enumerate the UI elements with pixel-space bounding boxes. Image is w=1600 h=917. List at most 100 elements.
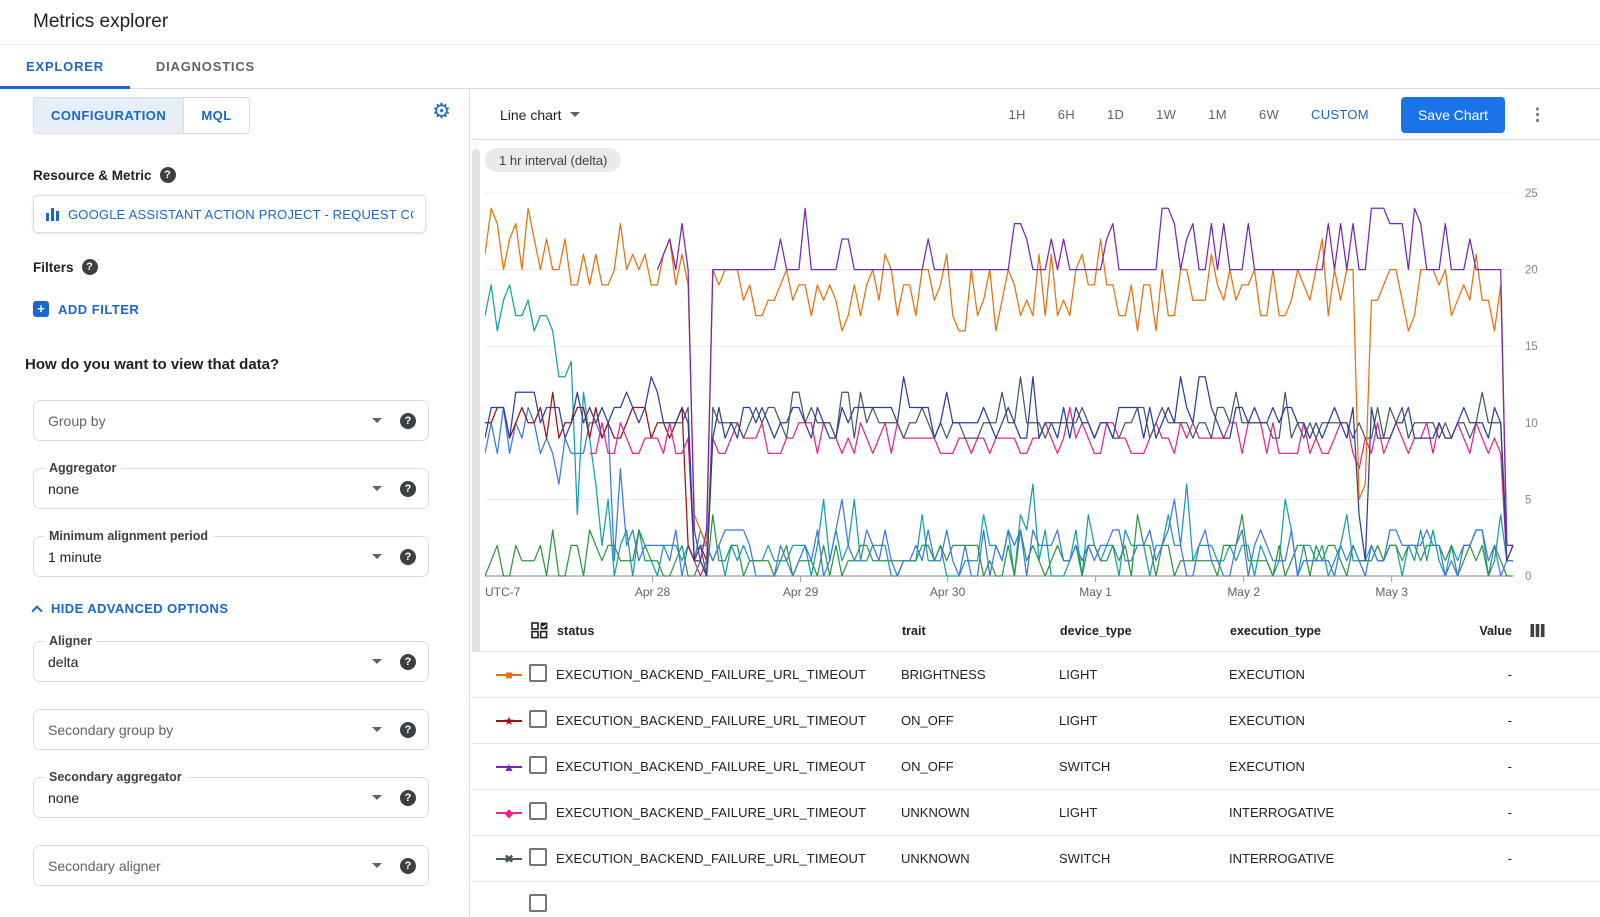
- help-icon[interactable]: ?: [400, 790, 416, 806]
- header-value: Value: [1450, 624, 1600, 638]
- row-device-type: LIGHT: [1059, 667, 1229, 682]
- row-trait: UNKNOWN: [901, 851, 1059, 866]
- range-button-1w[interactable]: 1W: [1156, 107, 1176, 122]
- more-options-icon[interactable]: ⋮: [1529, 105, 1546, 125]
- chevron-down-icon: [570, 112, 580, 117]
- series-marker: ▲: [496, 760, 522, 774]
- row-value: -: [1450, 805, 1600, 820]
- chart-toolbar: Line chart 1H 6H 1D 1W 1M 6W CUSTOM Save Char…: [471, 89, 1600, 140]
- timeseries-svg: 0510152025Apr 28Apr 29Apr 30May 1May 2Ma…: [485, 183, 1547, 605]
- range-button-1d[interactable]: 1D: [1107, 107, 1124, 122]
- group-by-select[interactable]: Group by ?: [33, 400, 429, 441]
- row-trait: ON_OFF: [901, 759, 1059, 774]
- help-icon[interactable]: ?: [400, 413, 416, 429]
- row-status: EXECUTION_BACKEND_FAILURE_URL_TIMEOUT: [556, 667, 901, 682]
- svg-text:10: 10: [1525, 418, 1538, 430]
- series-marker: [496, 898, 522, 912]
- secondary-group-by-select[interactable]: Secondary group by ?: [33, 709, 429, 750]
- legend-table: status trait device_type execution_type …: [471, 610, 1600, 917]
- mode-toggle: CONFIGURATION MQL: [33, 97, 250, 134]
- range-button-custom[interactable]: CUSTOM: [1311, 107, 1369, 122]
- chevron-down-icon: [372, 418, 382, 423]
- columns-icon[interactable]: [1530, 623, 1545, 641]
- range-button-1h[interactable]: 1H: [1009, 107, 1026, 122]
- chevron-down-icon: [372, 486, 382, 491]
- table-row: ■ EXECUTION_BACKEND_FAILURE_URL_TIMEOUT …: [471, 652, 1600, 698]
- help-icon[interactable]: ?: [400, 858, 416, 874]
- chevron-up-icon: [31, 605, 42, 616]
- row-trait: UNKNOWN: [901, 805, 1059, 820]
- row-device-type: SWITCH: [1059, 851, 1229, 866]
- tab-bar: EXPLORER DIAGNOSTICS: [0, 45, 1600, 89]
- svg-text:May 2: May 2: [1227, 585, 1260, 599]
- chart-type-select[interactable]: Line chart: [500, 89, 580, 140]
- series-line-purple: [657, 208, 1513, 560]
- toggle-mql[interactable]: MQL: [183, 98, 248, 133]
- series-marker: ◆: [496, 806, 522, 820]
- toggle-configuration[interactable]: CONFIGURATION: [34, 98, 183, 133]
- help-icon[interactable]: ?: [400, 481, 416, 497]
- row-checkbox[interactable]: [529, 756, 547, 774]
- svg-text:Apr 30: Apr 30: [930, 585, 966, 599]
- row-status: EXECUTION_BACKEND_FAILURE_URL_TIMEOUT: [556, 713, 901, 728]
- svg-text:May 3: May 3: [1375, 585, 1408, 599]
- row-execution-type: EXECUTION: [1229, 667, 1450, 682]
- secondary-aligner-select[interactable]: Secondary aligner ?: [33, 845, 429, 886]
- legend-table-rows: ■ EXECUTION_BACKEND_FAILURE_URL_TIMEOUT …: [471, 652, 1600, 917]
- help-icon[interactable]: ?: [82, 259, 98, 275]
- timeseries-chart[interactable]: 0510152025Apr 28Apr 29Apr 30May 1May 2Ma…: [485, 183, 1547, 605]
- page-title: Metrics explorer: [33, 11, 168, 33]
- row-value: -: [1450, 759, 1600, 774]
- chevron-down-icon: [372, 554, 382, 559]
- help-icon[interactable]: ?: [400, 722, 416, 738]
- aligner-select[interactable]: Aligner delta ?: [33, 641, 429, 682]
- row-checkbox[interactable]: [529, 894, 547, 912]
- chevron-down-icon: [372, 795, 382, 800]
- svg-text:0: 0: [1525, 571, 1531, 583]
- svg-text:5: 5: [1525, 494, 1531, 506]
- help-icon[interactable]: ?: [400, 549, 416, 565]
- chevron-down-icon: [372, 659, 382, 664]
- help-icon[interactable]: ?: [160, 167, 176, 183]
- interval-chip: 1 hr interval (delta): [485, 148, 621, 172]
- save-chart-button[interactable]: Save Chart: [1401, 97, 1505, 133]
- header-status: status: [557, 624, 902, 638]
- bar-chart-icon: [46, 208, 59, 221]
- header-device-type: device_type: [1060, 624, 1230, 638]
- svg-text:15: 15: [1525, 341, 1538, 353]
- tab-explorer[interactable]: EXPLORER: [0, 45, 130, 88]
- row-checkbox[interactable]: [529, 710, 547, 728]
- row-checkbox[interactable]: [529, 848, 547, 866]
- row-checkbox[interactable]: [529, 802, 547, 820]
- configuration-panel: CONFIGURATION MQL ⚙ Resource & Metric ? …: [0, 89, 470, 917]
- resource-metric-label: Resource & Metric ?: [33, 167, 176, 183]
- min-alignment-select[interactable]: Minimum alignment period 1 minute ?: [33, 536, 429, 577]
- hide-advanced-options-button[interactable]: HIDE ADVANCED OPTIONS: [33, 601, 228, 616]
- view-data-question: How do you want to view that data?: [25, 356, 279, 373]
- table-row: [471, 882, 1600, 917]
- range-button-6h[interactable]: 6H: [1058, 107, 1075, 122]
- series-line-orange: [485, 208, 1513, 545]
- range-button-6w[interactable]: 6W: [1259, 107, 1279, 122]
- row-value: -: [1450, 851, 1600, 866]
- filters-label: Filters ?: [33, 259, 98, 275]
- row-status: EXECUTION_BACKEND_FAILURE_URL_TIMEOUT: [556, 851, 901, 866]
- svg-text:UTC-7: UTC-7: [485, 585, 521, 599]
- metrics-explorer-app: Metrics explorer EXPLORER DIAGNOSTICS CO…: [0, 0, 1600, 917]
- series-marker: ★: [496, 714, 522, 728]
- metric-selector-chip[interactable]: GOOGLE ASSISTANT ACTION PROJECT - REQUES…: [33, 195, 426, 233]
- row-value: -: [1450, 667, 1600, 682]
- svg-text:25: 25: [1525, 188, 1538, 200]
- row-checkbox[interactable]: [529, 664, 547, 682]
- tab-diagnostics[interactable]: DIAGNOSTICS: [130, 45, 281, 88]
- range-button-1m[interactable]: 1M: [1208, 107, 1227, 122]
- select-all-icon[interactable]: [531, 622, 548, 639]
- settings-gear-icon[interactable]: ⚙: [432, 101, 451, 122]
- add-filter-button[interactable]: + ADD FILTER: [33, 301, 139, 317]
- add-box-icon: +: [33, 301, 49, 317]
- aggregator-select[interactable]: Aggregator none ?: [33, 468, 429, 509]
- help-icon[interactable]: ?: [400, 654, 416, 670]
- secondary-aggregator-select[interactable]: Secondary aggregator none ?: [33, 777, 429, 818]
- series-marker: ■: [496, 668, 522, 682]
- table-row: ★ EXECUTION_BACKEND_FAILURE_URL_TIMEOUT …: [471, 698, 1600, 744]
